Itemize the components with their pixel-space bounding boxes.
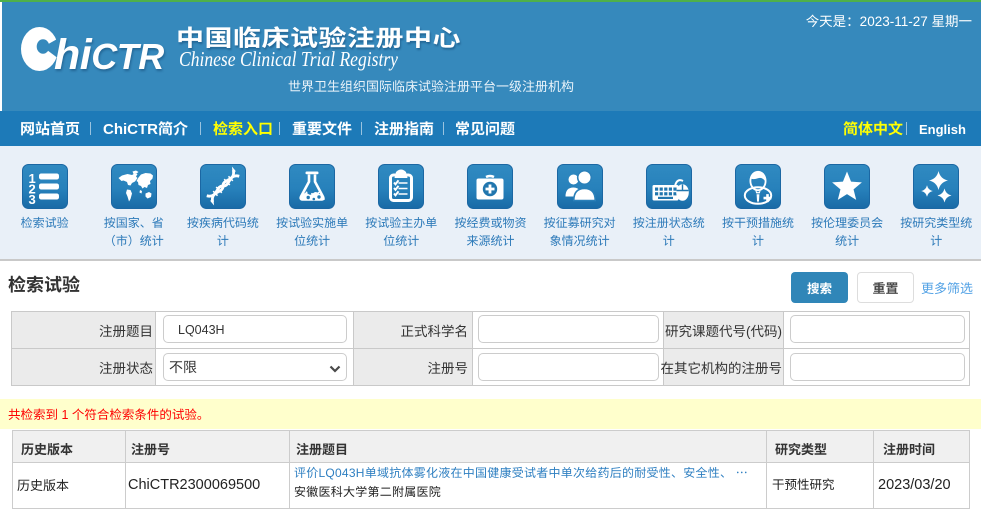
svg-text:3: 3 — [28, 192, 35, 207]
